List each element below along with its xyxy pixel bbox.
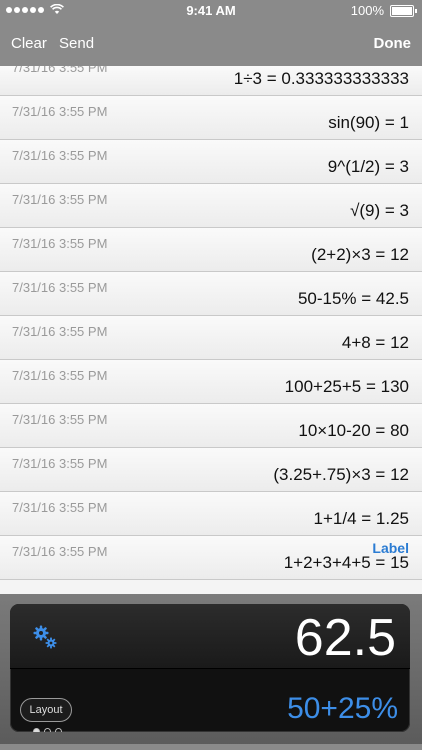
history-equation: 9^(1/2) = 3 bbox=[327, 157, 409, 176]
history-equation: 1÷3 = 0.333333333333 bbox=[233, 69, 409, 88]
history-row[interactable]: 7/31/16 3:55 PM 1÷3 = 0.333333333333 bbox=[0, 66, 422, 96]
history-row[interactable]: 7/31/16 3:55 PM 9^(1/2) = 3 bbox=[0, 140, 422, 184]
history-row[interactable]: 7/31/16 3:55 PM (2+2)×3 = 12 bbox=[0, 228, 422, 272]
history-equation: 1+2+3+4+5 = 15 bbox=[283, 553, 409, 572]
expression-display: 50+25% bbox=[287, 692, 398, 725]
history-timestamp: 7/31/16 3:55 PM bbox=[12, 236, 108, 251]
history-timestamp: 7/31/16 3:55 PM bbox=[12, 280, 108, 295]
history-timestamp: 7/31/16 3:55 PM bbox=[12, 148, 108, 163]
navigation-bar: Clear Send Done bbox=[0, 22, 422, 66]
history-timestamp: 7/31/16 3:55 PM bbox=[12, 324, 108, 339]
history-equation: 4+8 = 12 bbox=[341, 333, 409, 352]
history-equation: 50-15% = 42.5 bbox=[297, 289, 409, 308]
clear-button[interactable]: Clear bbox=[11, 35, 47, 52]
status-bar: 9:41 AM 100% bbox=[0, 0, 422, 22]
history-timestamp: 7/31/16 3:55 PM bbox=[12, 412, 108, 427]
history-row[interactable]: 7/31/16 3:55 PM √(9) = 3 bbox=[0, 184, 422, 228]
history-timestamp: 7/31/16 3:55 PM bbox=[12, 500, 108, 515]
history-timestamp: 7/31/16 3:55 PM bbox=[12, 456, 108, 471]
history-list[interactable]: 7/31/16 3:55 PM 1÷3 = 0.333333333333 7/3… bbox=[0, 66, 422, 594]
history-row[interactable]: 7/31/16 3:55 PM Label 1+2+3+4+5 = 15 bbox=[0, 536, 422, 580]
done-button[interactable]: Done bbox=[374, 35, 412, 52]
history-row[interactable]: 7/31/16 3:55 PM 4+8 = 12 bbox=[0, 316, 422, 360]
history-equation: (2+2)×3 = 12 bbox=[311, 245, 409, 264]
history-row[interactable]: 7/31/16 3:55 PM sin(90) = 1 bbox=[0, 96, 422, 140]
battery-icon bbox=[390, 4, 417, 17]
history-row[interactable]: 7/31/16 3:55 PM 10×10-20 = 80 bbox=[0, 404, 422, 448]
history-equation: 100+25+5 = 130 bbox=[284, 377, 409, 396]
history-equation: 1+1/4 = 1.25 bbox=[313, 509, 409, 528]
battery-percent: 100% bbox=[350, 3, 384, 18]
history-timestamp: 7/31/16 3:55 PM bbox=[12, 192, 108, 207]
history-timestamp: 7/31/16 3:55 PM bbox=[12, 104, 108, 119]
history-equation: 10×10-20 = 80 bbox=[298, 421, 409, 440]
history-equation: √(9) = 3 bbox=[350, 201, 409, 220]
history-row[interactable]: 7/31/16 3:55 PM (3.25+.75)×3 = 12 bbox=[0, 448, 422, 492]
layout-button[interactable]: Layout bbox=[20, 698, 72, 722]
history-row[interactable]: 7/31/16 3:55 PM 1+1/4 = 1.25 bbox=[0, 492, 422, 536]
result-display: 62.5 bbox=[294, 609, 396, 667]
page-indicator[interactable] bbox=[33, 728, 62, 732]
history-timestamp: 7/31/16 3:55 PM bbox=[12, 66, 108, 75]
battery-indicator: 100% bbox=[350, 3, 417, 18]
history-equation: sin(90) = 1 bbox=[328, 113, 409, 132]
history-equation: (3.25+.75)×3 = 12 bbox=[273, 465, 409, 484]
calculator-display-panel: 62.5 Layout 50+25% bbox=[0, 594, 422, 750]
settings-gear-icon[interactable] bbox=[32, 624, 58, 650]
history-row[interactable]: 7/31/16 3:55 PM 100+25+5 = 130 bbox=[0, 360, 422, 404]
history-timestamp: 7/31/16 3:55 PM bbox=[12, 368, 108, 383]
send-button[interactable]: Send bbox=[59, 35, 94, 52]
history-timestamp: 7/31/16 3:55 PM bbox=[12, 544, 108, 559]
history-row[interactable]: 7/31/16 3:55 PM 50-15% = 42.5 bbox=[0, 272, 422, 316]
display-screen: 62.5 Layout 50+25% bbox=[10, 604, 410, 732]
keypad-edge bbox=[0, 744, 422, 750]
